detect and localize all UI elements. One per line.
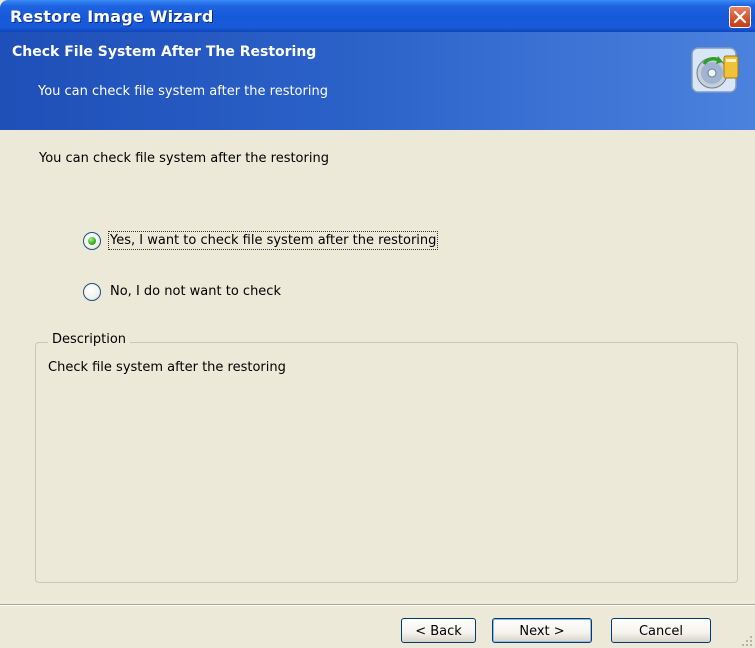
close-x-icon	[734, 11, 746, 23]
lead-text: You can check file system after the rest…	[39, 151, 329, 166]
footer-separator	[0, 604, 755, 606]
header-banner: Check File System After The Restoring Yo…	[0, 32, 755, 130]
resize-grip-icon[interactable]	[740, 634, 754, 648]
radio-selected-dot	[88, 237, 96, 245]
back-button[interactable]: < Back	[401, 618, 476, 643]
description-text: Check file system after the restoring	[48, 360, 286, 375]
next-button[interactable]: Next >	[492, 618, 592, 643]
cancel-button[interactable]: Cancel	[611, 618, 711, 643]
radio-button-unselected[interactable]	[83, 283, 101, 301]
radio-no-label[interactable]: No, I do not want to check	[110, 284, 281, 299]
close-button[interactable]	[729, 6, 751, 28]
description-legend: Description	[48, 332, 131, 347]
radio-button-selected[interactable]	[83, 232, 101, 250]
page-subtitle: You can check file system after the rest…	[38, 84, 328, 99]
restore-disk-icon	[691, 47, 739, 93]
page-title: Check File System After The Restoring	[12, 44, 317, 60]
radio-yes-label[interactable]: Yes, I want to check file system after t…	[107, 231, 439, 250]
title-bar[interactable]: Restore Image Wizard	[0, 0, 755, 32]
restore-image-wizard-window: Restore Image Wizard Check File System A…	[0, 0, 755, 648]
description-groupbox	[35, 342, 738, 583]
window-title: Restore Image Wizard	[10, 7, 214, 26]
